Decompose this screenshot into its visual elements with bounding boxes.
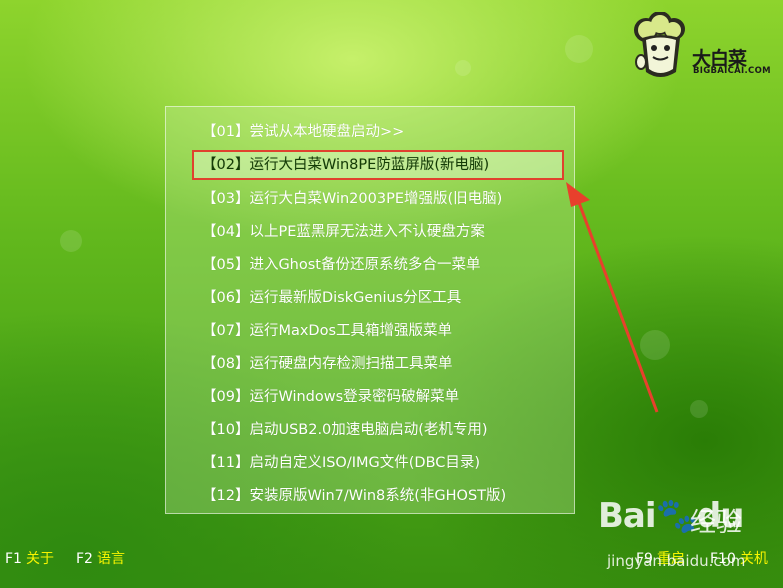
baidu-brand-part1: Bai [598,496,657,536]
menu-item-03[interactable]: 【03】运行大白菜Win2003PE增强版(旧电脑) [202,187,502,211]
menu-item-01[interactable]: 【01】尝试从本地硬盘启动>> [202,120,404,144]
menu-item-07[interactable]: 【07】运行MaxDos工具箱增强版菜单 [202,319,452,343]
f2-label: 语言 [96,551,125,567]
menu-item-08[interactable]: 【08】运行硬盘内存检测扫描工具菜单 [202,352,452,376]
menu-item-09[interactable]: 【09】运行Windows登录密码破解菜单 [202,385,459,409]
menu-item-11[interactable]: 【11】启动自定义ISO/IMG文件(DBC目录) [202,451,480,475]
background-bokeh [455,60,471,76]
menu-item-05[interactable]: 【05】进入Ghost备份还原系统多合一菜单 [202,253,481,277]
f1-key: F1 [5,551,22,567]
background-bokeh [640,330,670,360]
boot-menu-panel: 【01】尝试从本地硬盘启动>> 【02】运行大白菜Win8PE防蓝屏版(新电脑)… [165,106,575,514]
menu-item-12[interactable]: 【12】安装原版Win7/Win8系统(非GHOST版) [202,484,506,508]
f1-about-hint[interactable]: F1 关于 [5,550,54,568]
menu-item-02-selected[interactable]: 【02】运行大白菜Win8PE防蓝屏版(新电脑) [192,150,564,180]
background-bokeh [565,35,593,63]
menu-item-10[interactable]: 【10】启动USB2.0加速电脑启动(老机专用) [202,418,488,442]
menu-item-06[interactable]: 【06】运行最新版DiskGenius分区工具 [202,286,461,310]
background-bokeh [690,400,708,418]
menu-item-04[interactable]: 【04】以上PE蓝黑屏无法进入不认硬盘方案 [202,220,485,244]
background-bokeh [60,230,82,252]
logo-subtitle: BIGBAICAI.COM [693,66,771,76]
baidu-watermark-url: jingyan.baidu.com [607,552,746,570]
baidu-watermark-product: 经验 [690,508,743,538]
f2-language-hint[interactable]: F2 语言 [76,550,125,568]
f1-label: 关于 [25,551,54,567]
f2-key: F2 [76,551,93,567]
